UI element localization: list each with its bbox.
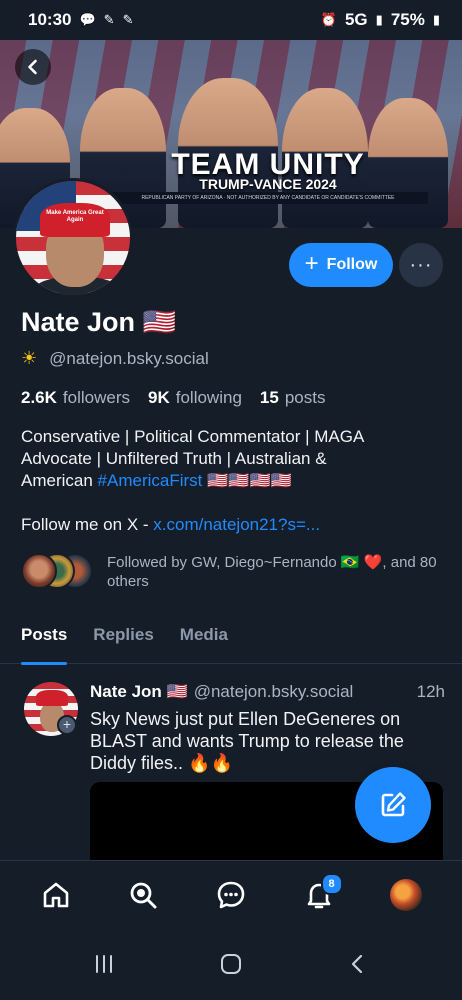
banner-disclaimer: REPUBLICAN PARTY OF ARIZONA · NOT AUTHOR… — [108, 192, 428, 204]
profile-handle[interactable]: @natejon.bsky.social — [49, 349, 209, 369]
home-button[interactable] — [209, 942, 253, 986]
profile-bio: Conservative | Political Commentator | M… — [21, 426, 441, 536]
bottom-nav: 8 — [0, 860, 462, 928]
plus-badge-icon[interactable]: + — [57, 715, 77, 735]
tab-media[interactable]: Media — [180, 618, 228, 664]
home-icon — [43, 882, 69, 907]
post-author-handle[interactable]: @natejon.bsky.social — [194, 682, 354, 702]
more-options-button[interactable]: ··· — [399, 243, 443, 287]
plus-icon: + — [304, 250, 319, 277]
post-header: Nate Jon 🇺🇸 @natejon.bsky.social 12h — [90, 682, 445, 702]
posts-label: posts — [284, 388, 326, 407]
posts-count: 15 — [259, 388, 279, 407]
pen-icon-2: ✎ — [122, 12, 134, 27]
post-avatar-hat — [36, 690, 68, 706]
chat-icon — [217, 881, 245, 908]
follow-label: Follow — [326, 256, 378, 273]
avatar-hat: Make America Great Again — [40, 203, 110, 237]
stats-row: 2.6K followers 9K following 15 posts — [21, 388, 325, 408]
bio-follow-line: Follow me on X - x.com/natejon21?s=... — [21, 514, 441, 536]
status-bar: 10:30 💬 ✎ ✎ ⏰ 5G ▮ 75% ▮ — [0, 0, 462, 40]
compose-button[interactable] — [355, 767, 431, 843]
bio-line-1: Conservative | Political Commentator | M… — [21, 427, 365, 446]
ellipsis-icon: ··· — [409, 253, 433, 276]
back-chevron-icon — [352, 954, 363, 974]
battery-label: 75% — [390, 10, 425, 29]
recents-button[interactable] — [82, 942, 126, 986]
tab-posts[interactable]: Posts — [21, 618, 68, 665]
nav-chat[interactable] — [209, 873, 253, 917]
bio-line-2: Advocate | Unfiltered Truth | Australian… — [21, 449, 327, 468]
chevron-left-icon — [28, 59, 37, 75]
sunrise-icon: ☀ — [21, 348, 38, 368]
avatar-hat-text: Make America Great Again — [46, 210, 104, 223]
bio-line-3: American #AmericaFirst 🇺🇸🇺🇸🇺🇸🇺🇸 — [21, 470, 441, 492]
handle-row: ☀ @natejon.bsky.social — [21, 348, 209, 369]
external-link[interactable]: x.com/natejon21?s=... — [153, 515, 320, 534]
nav-notifications[interactable]: 8 — [297, 872, 343, 917]
banner-subtitle: TRUMP-VANCE 2024 — [199, 176, 337, 192]
signal-icon: ▮ — [375, 12, 383, 27]
tab-replies[interactable]: Replies — [93, 618, 153, 664]
profile-avatar[interactable]: Make America Great Again — [13, 178, 133, 298]
followers-count[interactable]: 2.6K — [21, 388, 57, 408]
search-icon — [130, 882, 157, 908]
nav-search[interactable] — [121, 873, 165, 917]
back-button[interactable] — [15, 49, 51, 85]
follower-avatars — [21, 553, 95, 593]
battery-icon: ▮ — [432, 12, 440, 27]
followers-label[interactable]: followers — [63, 388, 130, 408]
hashtag-link[interactable]: #AmericaFirst — [98, 471, 203, 490]
notification-badge: 8 — [320, 872, 343, 895]
nav-home[interactable] — [34, 873, 78, 917]
alarm-icon: ⏰ — [320, 12, 337, 27]
chat-bubble-icon: 💬 — [79, 12, 96, 27]
post-text: Sky News just put Ellen DeGeneres on BLA… — [90, 709, 404, 773]
nav-profile[interactable] — [384, 873, 428, 917]
following-count[interactable]: 9K — [148, 388, 170, 408]
status-left: 10:30 💬 ✎ ✎ — [28, 10, 133, 30]
follower-avatar — [21, 553, 57, 589]
pen-icon: ✎ — [103, 12, 115, 27]
status-right: ⏰ 5G ▮ 75% ▮ — [321, 10, 440, 30]
profile-tabs: Posts Replies Media — [0, 618, 462, 665]
follow-button[interactable]: + Follow — [289, 243, 393, 287]
system-nav-bar — [0, 928, 462, 1000]
compose-icon — [381, 792, 406, 817]
followed-by-text: Followed by GW, Diego~Fernando 🇧🇷 ❤️, an… — [107, 554, 437, 590]
recents-icon — [95, 955, 112, 973]
display-name: Nate Jon 🇺🇸 — [21, 307, 177, 337]
bio-follow-prefix: Follow me on X - — [21, 515, 154, 534]
network-label: 5G — [344, 10, 368, 29]
bio-line-3-prefix: American — [21, 471, 98, 490]
home-circle-icon — [220, 954, 241, 974]
bio-flags: 🇺🇸🇺🇸🇺🇸🇺🇸 — [202, 471, 292, 490]
status-time: 10:30 — [28, 10, 72, 29]
post-timestamp: 12h — [416, 682, 445, 701]
post-author-name[interactable]: Nate Jon 🇺🇸 — [90, 682, 188, 702]
following-label[interactable]: following — [176, 388, 242, 408]
followed-by-row[interactable]: Followed by GW, Diego~Fernando 🇧🇷 ❤️, an… — [21, 553, 441, 593]
system-back-button[interactable] — [336, 942, 380, 986]
avatar — [390, 878, 423, 911]
